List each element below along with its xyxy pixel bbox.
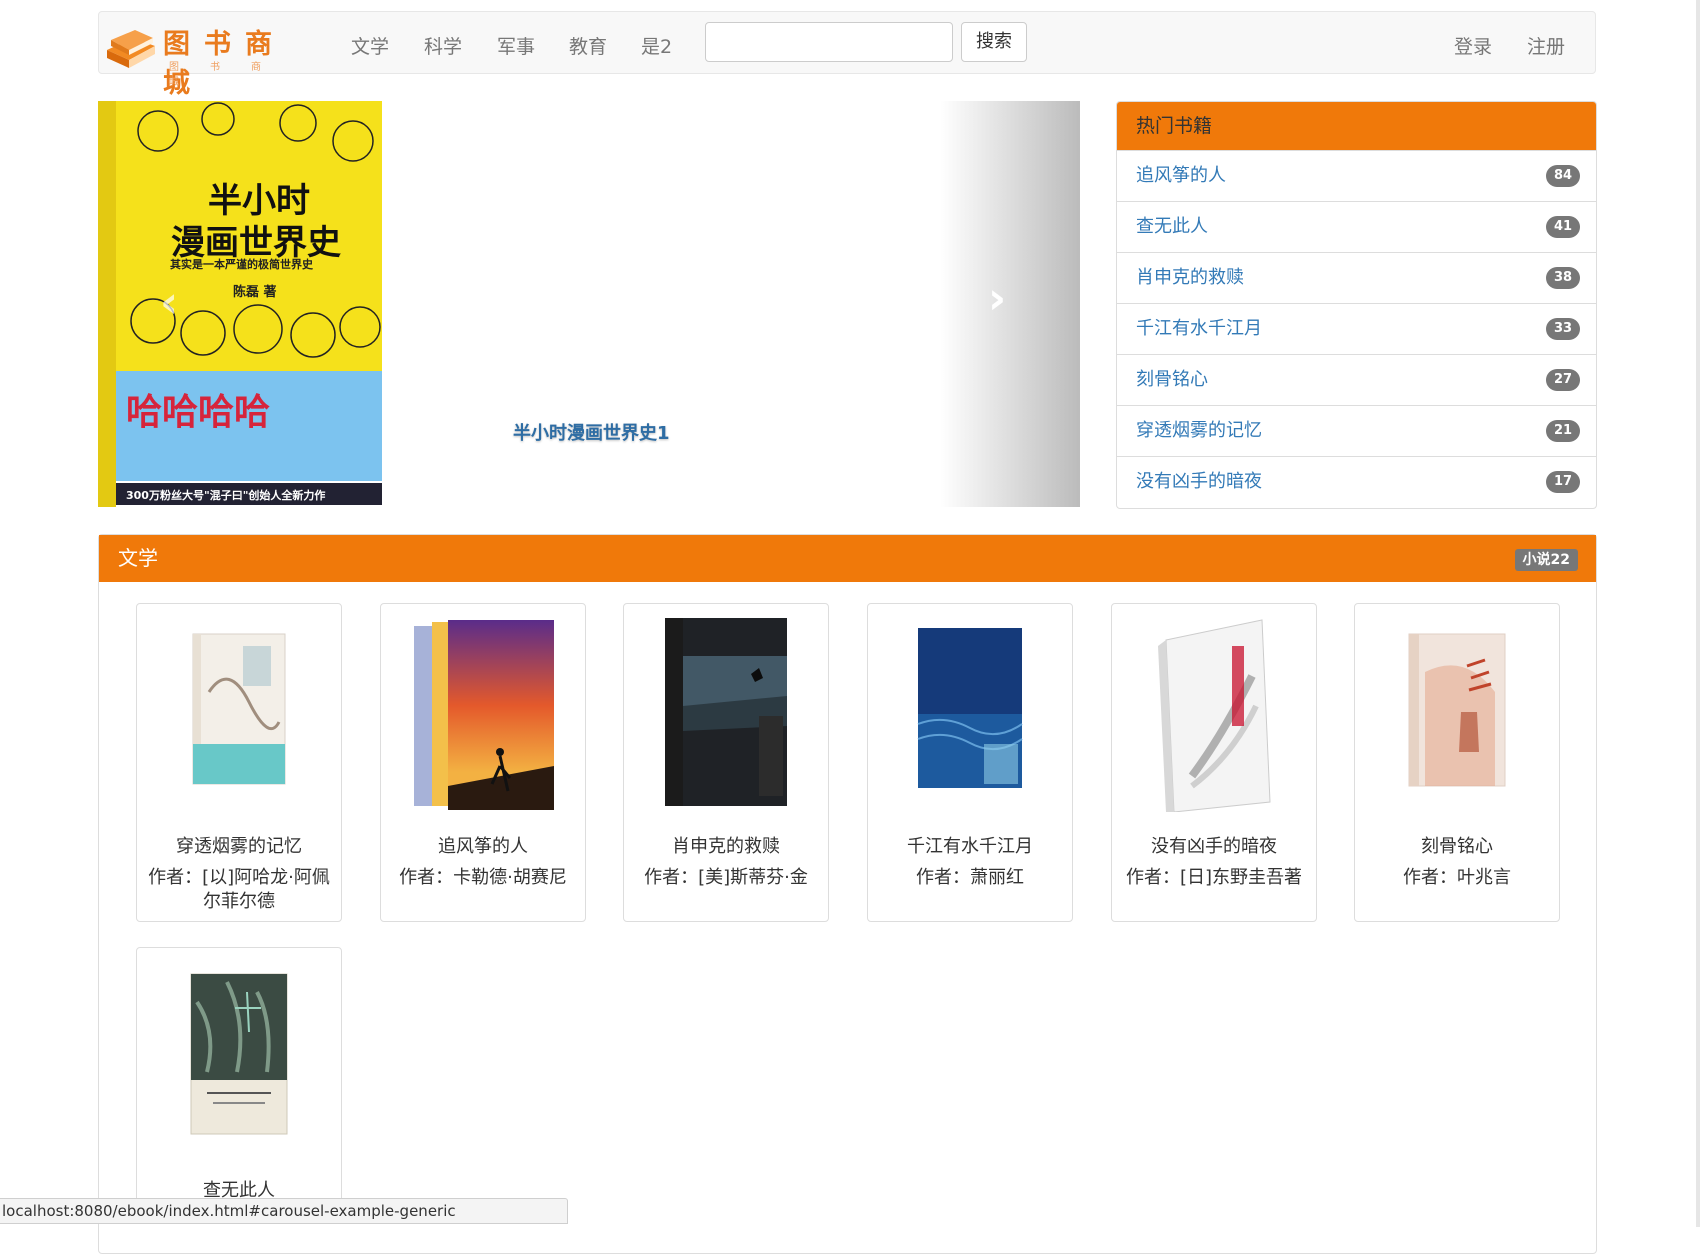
- hot-book-item[interactable]: 查无此人 41: [1117, 202, 1596, 253]
- browser-status-url: localhost:8080/ebook/index.html#carousel…: [0, 1198, 568, 1224]
- count-badge: 33: [1546, 318, 1580, 340]
- book-card[interactable]: 查无此人: [136, 947, 342, 1207]
- book-cover-thumb: [1408, 633, 1506, 787]
- carousel-cover-image[interactable]: 半小时 漫画世界史 其实是一本严谨的极简世界史 陈磊 著 哈哈哈哈 300万粉丝…: [98, 101, 382, 507]
- literature-title: 文学: [118, 546, 158, 570]
- book-title: 千江有水千江月: [907, 836, 1033, 857]
- book-title: 刻骨铭心: [1421, 836, 1493, 857]
- book-cover-thumb: [665, 618, 787, 806]
- hot-book-item[interactable]: 追风筝的人 84: [1117, 151, 1596, 202]
- book-cover-thumb: [917, 628, 1023, 788]
- count-badge: 84: [1546, 165, 1580, 187]
- carousel-caption[interactable]: 半小时漫画世界史1: [513, 419, 670, 445]
- nav-item-military[interactable]: 军事: [497, 32, 535, 59]
- hot-book-name: 查无此人: [1136, 216, 1208, 237]
- book-cover-thumb: [190, 973, 288, 1135]
- book-title: 没有凶手的暗夜: [1151, 836, 1277, 857]
- count-badge: 27: [1546, 369, 1580, 391]
- count-badge: 17: [1546, 471, 1580, 493]
- book-title: 穿透烟雾的记忆: [176, 836, 302, 857]
- brand-subtitle: 图书商城: [169, 62, 292, 88]
- literature-panel: 文学 小说22 穿透烟雾的记忆 作者：[以]阿哈龙·阿佩尔菲尔德 追风筝的人 作…: [98, 534, 1597, 1254]
- hot-book-name: 穿透烟雾的记忆: [1136, 420, 1262, 441]
- hot-book-item[interactable]: 刻骨铭心 27: [1117, 355, 1596, 406]
- nav-item-science[interactable]: 科学: [424, 32, 462, 59]
- book-author: 作者：[以]阿哈龙·阿佩尔菲尔德: [148, 867, 330, 912]
- hot-book-name: 千江有水千江月: [1136, 318, 1262, 339]
- book-card[interactable]: 刻骨铭心 作者：叶兆言: [1354, 603, 1560, 922]
- nav-item-shi2[interactable]: 是2: [641, 32, 672, 59]
- book-title: 追风筝的人: [438, 836, 528, 857]
- book-cover-thumb: [1158, 619, 1271, 812]
- hot-book-name: 追风筝的人: [1136, 165, 1226, 186]
- book-card[interactable]: 追风筝的人 作者：卡勒德·胡赛尼: [380, 603, 586, 922]
- count-badge: 21: [1546, 420, 1580, 442]
- nav-item-literature[interactable]: 文学: [351, 32, 389, 59]
- book-author: 作者：[美]斯蒂芬·金: [644, 867, 808, 888]
- hot-book-name: 没有凶手的暗夜: [1136, 471, 1262, 492]
- book-cover-illustration: [98, 101, 382, 507]
- book-cover-thumb: [192, 633, 286, 785]
- carousel-prev-button[interactable]: ‹: [148, 281, 188, 331]
- cover-footer: 300万粉丝大号"混子曰"创始人全新力作: [126, 489, 326, 502]
- carousel: 半小时 漫画世界史 其实是一本严谨的极简世界史 陈磊 著 哈哈哈哈 300万粉丝…: [98, 101, 1080, 507]
- search-input[interactable]: [705, 22, 953, 62]
- count-badge: 38: [1546, 267, 1580, 289]
- register-link[interactable]: 注册: [1527, 32, 1565, 59]
- chevron-right-icon: ›: [988, 273, 1007, 324]
- hot-book-item[interactable]: 千江有水千江月 33: [1117, 304, 1596, 355]
- page-scroll-edge[interactable]: [1696, 0, 1700, 1227]
- book-card[interactable]: 没有凶手的暗夜 作者：[日]东野圭吾著: [1111, 603, 1317, 922]
- search-button[interactable]: 搜索: [961, 22, 1027, 62]
- cover-author: 陈磊 著: [233, 285, 277, 300]
- hot-book-item[interactable]: 穿透烟雾的记忆 21: [1117, 406, 1596, 457]
- chevron-left-icon: ‹: [160, 277, 179, 328]
- book-author: 作者：萧丽红: [916, 867, 1024, 888]
- book-title: 肖申克的救赎: [672, 836, 780, 857]
- book-card[interactable]: 穿透烟雾的记忆 作者：[以]阿哈龙·阿佩尔菲尔德: [136, 603, 342, 922]
- literature-header: 文学 小说22: [99, 535, 1596, 582]
- book-card[interactable]: 肖申克的救赎 作者：[美]斯蒂芬·金: [623, 603, 829, 922]
- book-stack-icon: [107, 30, 155, 68]
- top-navbar: 图书商城 图书商城 文学 科学 军事 教育 是2 搜索 登录 注册: [98, 11, 1596, 99]
- cover-banner: 哈哈哈哈: [126, 391, 271, 433]
- hot-book-name: 刻骨铭心: [1136, 369, 1208, 390]
- count-badge: 41: [1546, 216, 1580, 238]
- book-cover-thumb: [414, 620, 554, 810]
- login-link[interactable]: 登录: [1454, 32, 1492, 59]
- hot-books-title: 热门书籍: [1117, 102, 1596, 151]
- hot-books-panel: 热门书籍 追风筝的人 84 查无此人 41 肖申克的救赎 38 千江有水千江月 33 刻…: [1116, 101, 1597, 509]
- hot-book-item[interactable]: 没有凶手的暗夜 17: [1117, 457, 1596, 508]
- cover-subtitle: 其实是一本严谨的极简世界史: [170, 258, 313, 271]
- book-author: 作者：卡勒德·胡赛尼: [399, 867, 567, 888]
- book-card[interactable]: 千江有水千江月 作者：萧丽红: [867, 603, 1073, 922]
- carousel-next-button[interactable]: ›: [940, 101, 1080, 507]
- category-badge[interactable]: 小说22: [1514, 549, 1578, 571]
- book-author: 作者：[日]东野圭吾著: [1125, 867, 1303, 888]
- brand-logo[interactable]: 图书商城 图书商城: [103, 16, 318, 99]
- hot-book-item[interactable]: 肖申克的救赎 38: [1117, 253, 1596, 304]
- book-author: 作者：叶兆言: [1403, 867, 1511, 888]
- hot-book-name: 肖申克的救赎: [1136, 267, 1244, 288]
- nav-item-education[interactable]: 教育: [569, 32, 607, 59]
